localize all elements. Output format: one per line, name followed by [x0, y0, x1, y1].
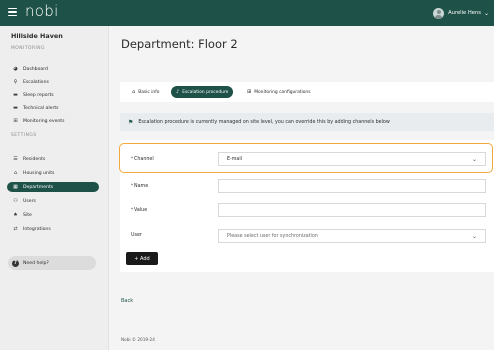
tabs-card: ⌂ Basic info ♪ Escalation procedure ⊞ Mo… [120, 82, 494, 102]
nobi-logo[interactable]: nobi [25, 2, 59, 20]
sidebar-item-site[interactable]: ♠ Site [7, 210, 99, 220]
site-name: Hillside Haven [11, 32, 63, 40]
arrows-icon: ⇄ [13, 226, 18, 232]
monitor-icon: ⊞ [247, 89, 252, 95]
monitor-icon: ⊞ [13, 118, 18, 124]
notice-text: Escalation procedure is currently manage… [138, 119, 390, 125]
name-input[interactable] [218, 179, 486, 193]
question-icon: ? [12, 259, 19, 267]
tab-label: Escalation procedure [182, 89, 229, 95]
sidebar-item-label: Users [23, 198, 36, 204]
hamburger-menu-icon[interactable] [8, 8, 17, 16]
user-menu[interactable]: Aurelie Hens ⌄ [433, 6, 489, 20]
sidebar-item-label: Dashboard [23, 66, 48, 72]
sidebar-item-label: Sleep reports [23, 92, 54, 98]
channel-label: *Channel [131, 156, 154, 162]
avatar-icon [433, 7, 445, 19]
monitoring-section-label: MONITORING [11, 46, 45, 51]
user-label: User [131, 233, 142, 238]
users-icon: ⚇ [13, 198, 18, 204]
name-label: *Name [131, 183, 149, 189]
residents-icon: ☰ [13, 156, 18, 162]
sidebar-item-label: Escalations [23, 79, 49, 85]
value-input[interactable] [218, 203, 486, 217]
building-icon: ▦ [13, 184, 18, 190]
bed-alert-icon: ▬ [13, 105, 18, 111]
tab-label: Basic info [138, 89, 160, 95]
sidebar-item-dashboard[interactable]: ◕ Dashboard [7, 64, 99, 74]
chevron-down-icon: ⌄ [483, 9, 489, 17]
bed-icon: ▬ [13, 92, 18, 98]
sidebar-item-label: Residents [23, 156, 46, 162]
tab-label: Monitoring configurations [254, 89, 311, 95]
channel-value: E-mail [227, 156, 243, 162]
sidebar-item-escalations[interactable]: ♀ Escalations [7, 77, 99, 87]
settings-section-label: SETTINGS [11, 133, 37, 138]
user-select-placeholder: Please select user for synchronization [227, 233, 318, 239]
site-icon: ♠ [13, 212, 18, 218]
chevron-down-icon: ⌄ [471, 233, 477, 240]
sidebar-item-label: Housing units [23, 170, 55, 176]
sidebar-item-residents[interactable]: ☰ Residents [7, 154, 99, 164]
tab-escalation-procedure[interactable]: ♪ Escalation procedure [171, 86, 234, 98]
sidebar-item-label: Site [23, 212, 32, 218]
sidebar-item-housing-units[interactable]: ⌂ Housing units [7, 168, 99, 178]
flag-icon: ⚑ [128, 118, 134, 126]
user-select[interactable]: Please select user for synchronization ⌄ [218, 229, 486, 243]
footer-copyright: Nobi © 2019-24 [121, 337, 155, 342]
sidebar-item-label: Departments [23, 184, 54, 190]
palette-icon: ◕ [13, 66, 18, 72]
home-icon: ⌂ [132, 89, 136, 95]
need-help-button[interactable]: ? Need help? [8, 256, 96, 270]
sidebar-item-sleep-reports[interactable]: ▬ Sleep reports [7, 90, 99, 100]
channel-select[interactable]: E-mail ⌄ [218, 152, 486, 166]
add-channel-button[interactable]: + Add [126, 252, 158, 265]
back-link[interactable]: Back [121, 298, 133, 304]
escalation-notice: ⚑ Escalation procedure is currently mana… [120, 113, 494, 131]
sidebar-item-label: Technical alerts [23, 105, 59, 111]
top-bar: nobi Aurelie Hens ⌄ [0, 0, 494, 26]
sidebar-item-integrations[interactable]: ⇄ Integrations [7, 224, 99, 234]
sidebar-item-departments[interactable]: ▦ Departments [7, 182, 99, 192]
sidebar-item-monitoring-events[interactable]: ⊞ Monitoring events [7, 116, 99, 126]
bell-icon: ♪ [176, 89, 180, 95]
sidebar-item-users[interactable]: ⚇ Users [7, 196, 99, 206]
pin-icon: ♀ [13, 79, 18, 85]
sidebar-item-label: Monitoring events [23, 118, 65, 124]
sidebar-item-technical-alerts[interactable]: ▬ Technical alerts [7, 103, 99, 113]
user-name: Aurelie Hens [448, 10, 481, 16]
tab-monitoring-configurations[interactable]: ⊞ Monitoring configurations [247, 86, 311, 98]
escalation-form: *Channel E-mail ⌄ *Name *Value User Plea… [120, 140, 494, 272]
chevron-down-icon: ⌄ [471, 156, 477, 163]
tab-basic-info[interactable]: ⌂ Basic info [132, 86, 159, 98]
sidebar-item-label: Integrations [23, 226, 51, 232]
sidebar: Hillside Haven MONITORING ◕ Dashboard ♀ … [0, 26, 109, 350]
home-icon: ⌂ [13, 170, 18, 176]
value-label: *Value [131, 207, 148, 213]
page-title: Department: Floor 2 [121, 37, 238, 51]
need-help-label: Need help? [23, 260, 49, 266]
